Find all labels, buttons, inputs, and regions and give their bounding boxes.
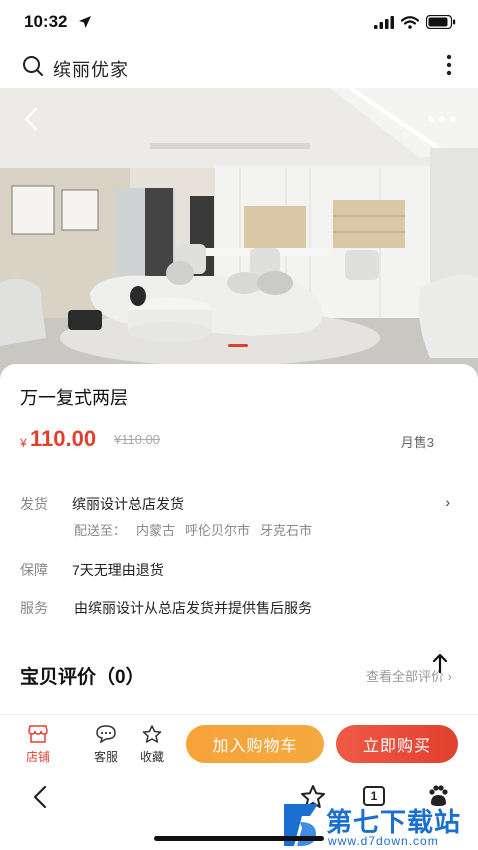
shop-name[interactable]: 缤丽优家 <box>53 56 129 82</box>
delivery-prefix: 配送至： <box>74 523 127 538</box>
chevron-left-icon[interactable] <box>30 784 50 810</box>
battery-icon <box>426 15 456 29</box>
star-icon <box>142 725 162 743</box>
shipping-value[interactable]: 缤丽设计总店发货 <box>72 494 184 514</box>
arrow-up-icon[interactable] <box>432 652 448 674</box>
customer-service-button[interactable]: 客服 <box>86 725 126 765</box>
service-value: 由缤丽设计从总店发货并提供售后服务 <box>74 600 312 616</box>
store-icon <box>28 725 48 743</box>
more-vertical-icon[interactable] <box>446 54 452 76</box>
watermark-url: www.d7down.com <box>328 834 439 848</box>
delivery-province: 内蒙古 <box>136 523 176 538</box>
shop-header: 缤丽优家 <box>0 46 478 88</box>
search-icon[interactable] <box>22 55 44 77</box>
chevron-left-icon[interactable] <box>20 106 42 132</box>
carousel-indicator <box>228 344 248 347</box>
signal-icon <box>374 15 394 29</box>
favorite-label: 收藏 <box>139 750 164 764</box>
price-row: ¥ 110.00 ¥110.00 月售3 <box>20 426 458 456</box>
chevron-right-icon[interactable]: › <box>445 494 450 510</box>
status-time: 10:32 <box>24 12 68 31</box>
guarantee-value: 7天无理由退货 <box>72 562 164 578</box>
delivery-city: 呼伦贝尔市 <box>185 523 251 538</box>
location-arrow-icon <box>79 16 91 28</box>
wifi-icon <box>401 15 419 29</box>
service-label: 服务 <box>20 600 48 616</box>
status-bar: 10:32 <box>0 0 478 46</box>
product-image-carousel[interactable] <box>0 88 478 378</box>
monthly-sales: 月售3 <box>400 435 434 450</box>
buy-now-button[interactable]: 立即购买 <box>336 725 458 763</box>
favorite-button[interactable]: 收藏 <box>132 725 172 765</box>
delivery-district: 牙克石市 <box>260 523 313 538</box>
price-currency: ¥ <box>20 436 27 450</box>
product-title: 万一复式两层 <box>20 388 128 408</box>
site-watermark: 第七下载站 www.d7down.com <box>280 800 478 850</box>
shipping-label: 发货 <box>20 496 48 512</box>
living-room-photo <box>0 88 478 378</box>
store-label: 店铺 <box>25 750 50 764</box>
customer-service-label: 客服 <box>93 750 118 764</box>
price-value: 110.00 <box>30 426 97 451</box>
delivery-address[interactable]: 配送至： 内蒙古 呼伦贝尔市 牙克石市 <box>74 520 312 539</box>
bottom-action-bar: 店铺 客服 收藏 加入购物车 立即购买 <box>0 714 478 772</box>
watermark-logo-icon <box>284 804 318 846</box>
status-icons <box>374 15 456 29</box>
add-to-cart-button[interactable]: 加入购物车 <box>186 725 324 763</box>
guarantee-label: 保障 <box>20 562 48 578</box>
store-button[interactable]: 店铺 <box>18 725 58 765</box>
original-price: ¥110.00 <box>114 432 161 447</box>
more-horizontal-icon[interactable] <box>428 116 456 122</box>
chat-icon <box>96 725 116 744</box>
reviews-title: 宝贝评价（0） <box>20 667 145 688</box>
home-indicator <box>154 836 324 841</box>
product-detail-card: 万一复式两层 ¥ 110.00 ¥110.00 月售3 发货 缤丽设计总店发货 … <box>0 364 478 714</box>
